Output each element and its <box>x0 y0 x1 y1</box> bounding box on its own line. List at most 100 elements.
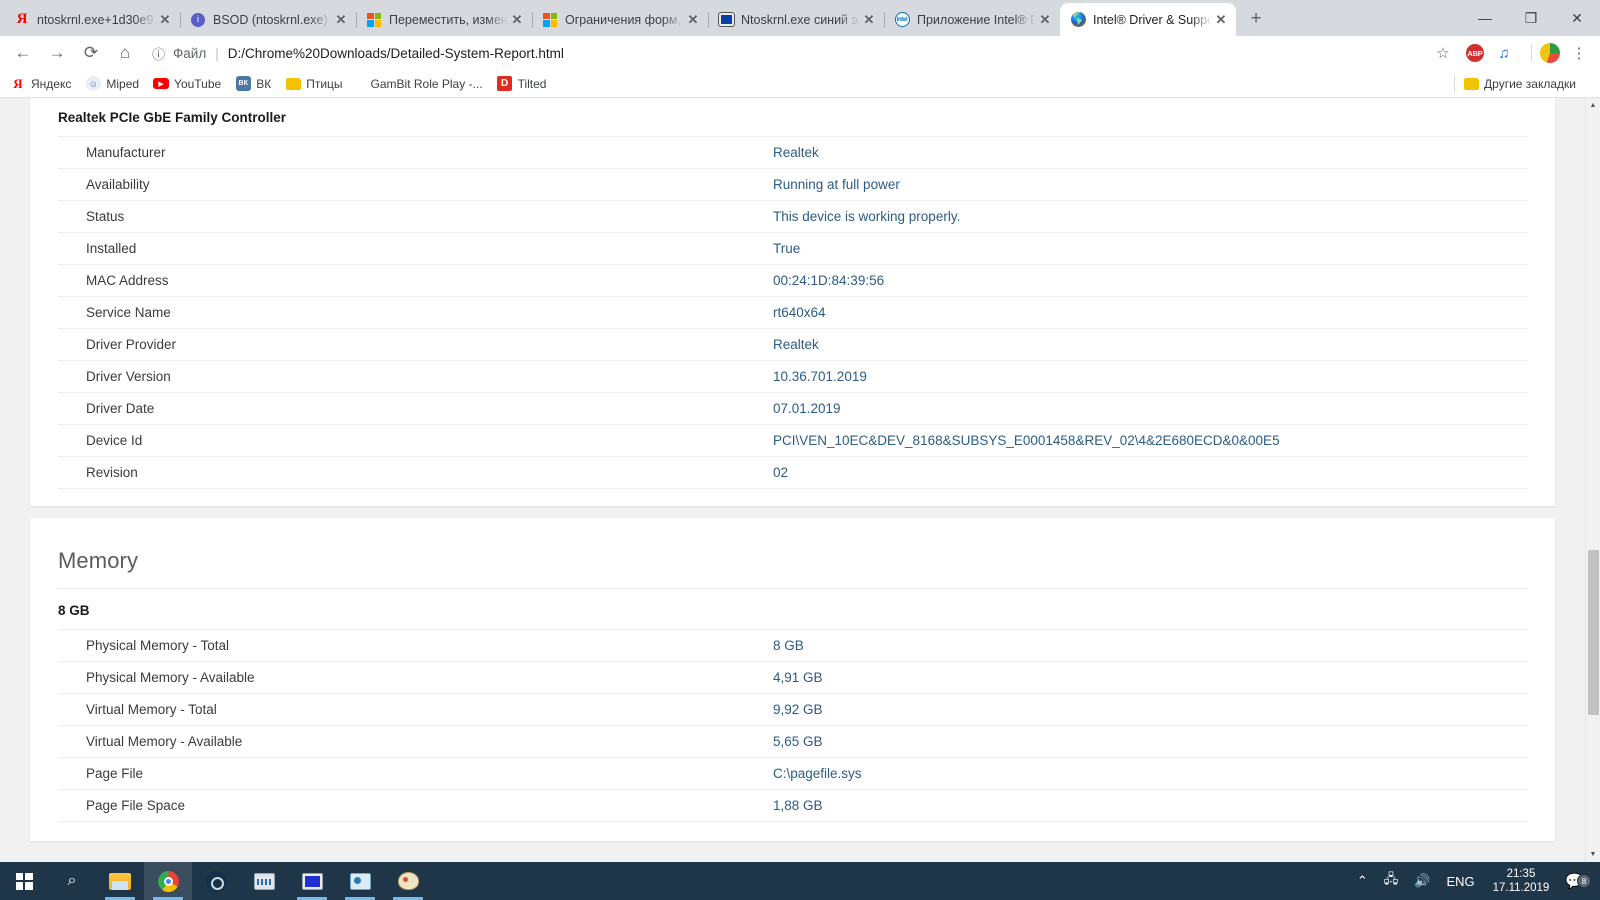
profile-avatar[interactable] <box>1540 43 1560 63</box>
reload-icon[interactable]: ⟳ <box>76 38 106 68</box>
bookmark-folder-ptitsy[interactable]: Птицы <box>285 76 343 92</box>
taskbar-app-google-chrome[interactable] <box>144 862 192 900</box>
miped-icon: ☺ <box>85 76 101 92</box>
network-properties-table: Manufacturer Realtek Availability Runnin… <box>58 136 1527 506</box>
close-window-button[interactable]: ✕ <box>1554 0 1600 36</box>
show-hidden-icons-chevron-icon[interactable]: ⌃ <box>1349 862 1376 900</box>
action-center-button[interactable]: 💬 8 <box>1559 872 1594 890</box>
music-extension-icon[interactable]: ♫ <box>1493 45 1515 62</box>
taskbar-app-performance-monitor[interactable] <box>240 862 288 900</box>
bluescreen-icon <box>301 872 323 890</box>
table-row: Page File C:\pagefile.sys <box>58 757 1527 789</box>
browser-tab-1[interactable]: Я ntoskrnl.exe+1d30e9 — ✕ <box>4 3 180 36</box>
url-text: D:/Chrome%20Downloads/Detailed-System-Re… <box>227 45 564 61</box>
tab-divider <box>708 12 709 28</box>
browser-tab-7-active[interactable]: 🌎 Intel® Driver & Support ✕ <box>1060 3 1236 36</box>
paint-icon <box>397 872 419 890</box>
address-bar[interactable]: ⓘ Файл | D:/Chrome%20Downloads/Detailed-… <box>152 40 1423 66</box>
property-key: Revision <box>86 465 138 480</box>
clock[interactable]: 21:35 17.11.2019 <box>1483 867 1560 896</box>
property-value: rt640x64 <box>773 305 826 320</box>
table-row: Driver Version 10.36.701.2019 <box>58 360 1527 392</box>
scrollbar-thumb[interactable] <box>1588 550 1599 715</box>
network-icon[interactable]: 🖧 <box>1376 862 1407 900</box>
windows-logo-icon <box>15 872 33 890</box>
taskbar-app-paint[interactable] <box>384 862 432 900</box>
language-indicator[interactable]: ENG <box>1438 862 1482 900</box>
tab-close-button[interactable]: ✕ <box>332 11 350 29</box>
table-row: Installed True <box>58 232 1527 264</box>
bookmark-yandex[interactable]: Я Яндекс <box>10 76 71 92</box>
performance-monitor-icon <box>253 872 275 890</box>
chrome-menu-icon[interactable]: ⋮ <box>1568 44 1590 62</box>
tab-close-button[interactable]: ✕ <box>860 11 878 29</box>
other-bookmarks-button[interactable]: Другие закладки <box>1463 76 1576 92</box>
start-button[interactable] <box>0 862 48 900</box>
microsoft-icon <box>366 12 382 28</box>
table-row-end-border <box>58 821 1527 841</box>
tab-close-button[interactable]: ✕ <box>508 11 526 29</box>
tab-divider <box>180 12 181 28</box>
minimize-button[interactable]: — <box>1462 0 1508 36</box>
url-scheme-label: Файл <box>173 45 207 61</box>
microsoft-icon <box>542 12 558 28</box>
memory-section-title: Memory <box>58 548 139 573</box>
maximize-button[interactable]: ❐ <box>1508 0 1554 36</box>
property-key: Manufacturer <box>86 145 166 160</box>
browser-toolbar: ← → ⟳ ⌂ ⓘ Файл | D:/Chrome%20Downloads/D… <box>0 36 1600 70</box>
system-report-page: Realtek PCIe GbE Family Controller Manuf… <box>0 98 1585 862</box>
browser-tab-2[interactable]: i BSOD (ntoskrnl.exe) не д ✕ <box>180 3 356 36</box>
property-value: 4,91 GB <box>773 670 823 685</box>
property-key: Service Name <box>86 305 171 320</box>
taskbar-app-bluescreen-view[interactable] <box>288 862 336 900</box>
tab-close-button[interactable]: ✕ <box>1036 11 1054 29</box>
browser-tab-5[interactable]: Ntoskrnl.exe синий экра ✕ <box>708 3 884 36</box>
bookmark-tilted[interactable]: D Tilted <box>497 76 546 92</box>
property-value: 00:24:1D:84:39:56 <box>773 273 885 288</box>
home-icon[interactable]: ⌂ <box>110 38 140 68</box>
property-key: Virtual Memory - Available <box>86 734 243 749</box>
browser-tab-4[interactable]: Ограничения форм, вoз ✕ <box>532 3 708 36</box>
browser-tab-6[interactable]: intel Приложение Intel® Dri ✕ <box>884 3 1060 36</box>
bookmark-miped[interactable]: ☺ Miped <box>85 76 139 92</box>
page-scrollbar[interactable]: ▲ ▼ <box>1585 98 1600 862</box>
table-row: Driver Date 07.01.2019 <box>58 392 1527 424</box>
property-value: PCI\VEN_10EC&DEV_8168&SUBSYS_E0001458&RE… <box>773 433 1280 448</box>
tab-close-button[interactable]: ✕ <box>1212 11 1230 29</box>
table-row: Availability Running at full power <box>58 168 1527 200</box>
chrome-browser-window: Я ntoskrnl.exe+1d30e9 — ✕ i BSOD (ntoskr… <box>0 0 1600 862</box>
adblock-plus-icon[interactable]: ABP <box>1466 44 1484 62</box>
taskbar-app-office[interactable] <box>336 862 384 900</box>
office-icon <box>349 872 371 890</box>
taskbar-app-steam[interactable] <box>192 862 240 900</box>
tab-divider <box>4 12 5 28</box>
new-tab-button[interactable]: + <box>1242 5 1270 33</box>
bookmark-vk[interactable]: ВК ВК <box>235 76 271 92</box>
bookmark-star-icon[interactable]: ☆ <box>1429 39 1457 67</box>
network-group-title: Realtek PCIe GbE Family Controller <box>58 110 287 125</box>
property-value: C:\pagefile.sys <box>773 766 862 781</box>
bookmark-gambit[interactable]: GamBit Role Play -... <box>371 77 483 91</box>
tab-close-button[interactable]: ✕ <box>684 11 702 29</box>
scroll-down-arrow-icon[interactable]: ▼ <box>1586 847 1600 862</box>
toolbar-divider <box>1531 44 1532 62</box>
property-key: Driver Provider <box>86 337 177 352</box>
tab-title: Ограничения форм, вoз <box>565 12 684 27</box>
property-value: 07.01.2019 <box>773 401 841 416</box>
property-key: Virtual Memory - Total <box>86 702 217 717</box>
back-icon[interactable]: ← <box>8 38 38 68</box>
folder-icon <box>1463 76 1479 92</box>
bookmark-youtube[interactable]: ▶ YouTube <box>153 76 221 92</box>
bookmark-label: YouTube <box>174 76 222 91</box>
property-value: 1,88 GB <box>773 798 823 813</box>
tab-title: Ntoskrnl.exe синий экра <box>741 12 860 27</box>
tab-close-button[interactable]: ✕ <box>156 11 174 29</box>
volume-icon[interactable]: 🔊 <box>1406 862 1438 900</box>
forward-icon[interactable]: → <box>42 38 72 68</box>
clock-time: 21:35 <box>1506 867 1536 880</box>
taskbar-app-file-explorer[interactable] <box>96 862 144 900</box>
scroll-up-arrow-icon[interactable]: ▲ <box>1586 98 1600 113</box>
taskbar-search-button[interactable]: ⌕ <box>48 862 96 900</box>
info-icon[interactable]: ⓘ <box>152 44 165 63</box>
browser-tab-3[interactable]: Переместить, изменить ✕ <box>356 3 532 36</box>
